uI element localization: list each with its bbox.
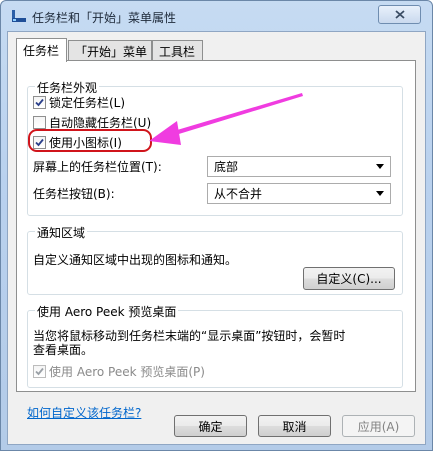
annotation-arrow-icon: [149, 93, 303, 145]
customize-taskbar-help-link[interactable]: 如何自定义该任务栏?: [27, 404, 141, 421]
close-button[interactable]: [378, 5, 421, 24]
aero-peek-description-text2: 查看桌面。: [33, 343, 94, 357]
annotation-highlight-circle: [28, 129, 152, 152]
checkmark-icon: [35, 367, 44, 376]
customize-notifications-button[interactable]: 自定义(C)...: [303, 267, 395, 290]
auto-hide-checkbox[interactable]: [33, 116, 46, 129]
tab-taskbar[interactable]: 任务栏: [16, 38, 67, 62]
apply-button[interactable]: 应用(A): [342, 415, 415, 437]
checkmark-icon: [35, 98, 44, 107]
cancel-button[interactable]: 取消: [258, 415, 331, 437]
ok-button[interactable]: 确定: [174, 415, 247, 437]
taskbar-position-label: 屏幕上的任务栏位置(T):: [33, 158, 162, 175]
lock-taskbar-checkbox[interactable]: [33, 96, 46, 109]
title-bar[interactable]: 任务栏和「开始」菜单属性: [1, 1, 432, 31]
notification-description-text: 自定义通知区域中出现的图标和通知。: [33, 253, 238, 267]
tab-toolbars[interactable]: 工具栏: [152, 40, 203, 60]
tab-start-menu[interactable]: 「开始」菜单: [68, 40, 152, 60]
taskbar-position-dropdown[interactable]: 底部: [207, 156, 391, 177]
dialog-window: 任务栏和「开始」菜单属性 任务栏 「开始」菜单 工具栏 任务栏外观 锁定任务栏(…: [0, 0, 433, 451]
tab-taskbar-label: 任务栏: [23, 44, 60, 58]
taskbar-buttons-dropdown[interactable]: 从不合并: [207, 183, 391, 204]
taskbar-buttons-text: 任务栏按钮(B):: [33, 187, 115, 201]
tab-start-menu-label: 「开始」菜单: [75, 45, 148, 59]
tab-toolbars-label: 工具栏: [159, 45, 196, 59]
dialog-client-area: 任务栏 「开始」菜单 工具栏 任务栏外观 锁定任务栏(L) 自动隐藏任务栏(U)…: [7, 31, 426, 445]
notification-description: 自定义通知区域中出现的图标和通知。: [33, 251, 237, 268]
taskbar-tab-panel: 任务栏外观 锁定任务栏(L) 自动隐藏任务栏(U) 使用小图标(I) 屏幕上的任…: [16, 60, 416, 420]
chevron-down-icon: [376, 164, 384, 169]
use-aero-peek-label: 使用 Aero Peek 预览桌面(P): [49, 365, 205, 379]
close-icon: [394, 10, 405, 19]
notification-group-title: 通知区域: [35, 224, 88, 241]
aero-peek-description-line2: 查看桌面。: [33, 341, 93, 358]
lock-taskbar-option[interactable]: 锁定任务栏(L): [33, 94, 125, 111]
taskbar-buttons-label: 任务栏按钮(B):: [33, 185, 115, 202]
chevron-down-icon: [376, 191, 384, 196]
aero-peek-group-title: 使用 Aero Peek 预览桌面: [35, 303, 179, 320]
lock-taskbar-label: 锁定任务栏(L): [49, 96, 126, 110]
customize-notifications-label: 自定义(C)...: [316, 272, 382, 286]
taskbar-position-value: 底部: [214, 160, 239, 174]
apply-button-label: 应用(A): [357, 419, 400, 434]
cancel-button-label: 取消: [282, 419, 307, 434]
ok-button-label: 确定: [198, 419, 223, 434]
taskbar-properties-icon: [12, 10, 26, 22]
use-aero-peek-option[interactable]: 使用 Aero Peek 预览桌面(P): [33, 363, 205, 380]
taskbar-position-text: 屏幕上的任务栏位置(T):: [33, 160, 162, 174]
use-aero-peek-checkbox[interactable]: [33, 365, 46, 378]
window-title: 任务栏和「开始」菜单属性: [32, 11, 177, 25]
taskbar-buttons-value: 从不合并: [214, 187, 263, 201]
